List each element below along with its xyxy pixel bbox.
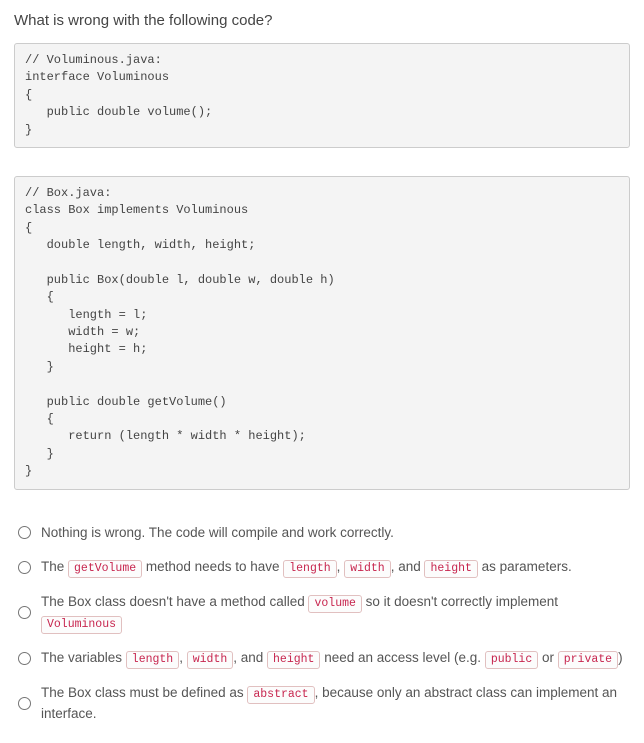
- choice-a-radio[interactable]: [18, 526, 31, 539]
- choice-b-label: The getVolume method needs to have lengt…: [41, 557, 572, 578]
- choice-b[interactable]: The getVolume method needs to have lengt…: [14, 550, 630, 585]
- code-tag: width: [187, 651, 234, 669]
- code-tag: abstract: [247, 686, 314, 704]
- choice-a-label: Nothing is wrong. The code will compile …: [41, 523, 394, 543]
- code-tag: length: [126, 651, 179, 669]
- code-tag: height: [424, 560, 477, 578]
- code-block-2: // Box.java: class Box implements Volumi…: [14, 176, 630, 490]
- code-tag: width: [344, 560, 391, 578]
- code-tag: height: [267, 651, 320, 669]
- choice-d-label: The variables length, width, and height …: [41, 648, 623, 669]
- code-tag: private: [558, 651, 618, 669]
- choice-e[interactable]: The Box class must be defined as abstrac…: [14, 676, 630, 731]
- code-block-1: // Voluminous.java: interface Voluminous…: [14, 43, 630, 148]
- code-tag: Voluminous: [41, 616, 122, 634]
- choice-e-label: The Box class must be defined as abstrac…: [41, 683, 630, 724]
- choice-c-label: The Box class doesn't have a method call…: [41, 592, 630, 634]
- question-title: What is wrong with the following code?: [14, 12, 630, 29]
- code-tag: public: [485, 651, 538, 669]
- code-tag: volume: [308, 595, 361, 613]
- choice-c[interactable]: The Box class doesn't have a method call…: [14, 585, 630, 641]
- choice-d[interactable]: The variables length, width, and height …: [14, 641, 630, 676]
- choice-b-radio[interactable]: [18, 561, 31, 574]
- code-tag: getVolume: [68, 560, 142, 578]
- choice-c-radio[interactable]: [18, 606, 31, 619]
- choice-a[interactable]: Nothing is wrong. The code will compile …: [14, 516, 630, 550]
- answer-choices: Nothing is wrong. The code will compile …: [14, 516, 630, 731]
- code-tag: length: [283, 560, 336, 578]
- choice-e-radio[interactable]: [18, 697, 31, 710]
- choice-d-radio[interactable]: [18, 652, 31, 665]
